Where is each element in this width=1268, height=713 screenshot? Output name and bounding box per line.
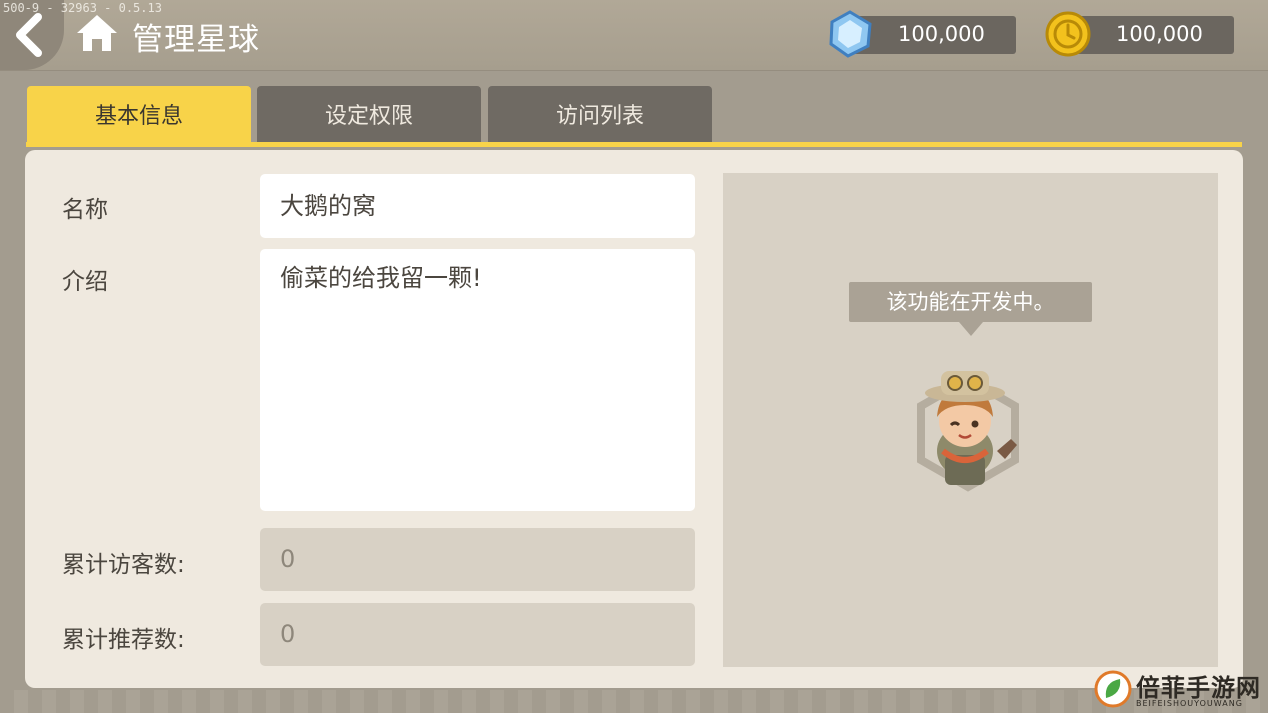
tab-basic-info[interactable]: 基本信息 bbox=[27, 86, 251, 142]
coin-icon bbox=[1045, 11, 1091, 57]
intro-field[interactable]: 偷菜的给我留一颗! bbox=[260, 249, 695, 511]
visits-label: 累计访客数: bbox=[62, 552, 185, 578]
recs-value: 0 bbox=[260, 603, 695, 666]
top-bar: 500-9 - 32963 - 0.5.13 管理星球 100,000 100,… bbox=[0, 0, 1268, 71]
home-icon[interactable] bbox=[74, 12, 120, 54]
name-label: 名称 bbox=[62, 197, 108, 223]
watermark-sub: BEIFEISHOUYOUWANG bbox=[1136, 699, 1243, 708]
visits-value: 0 bbox=[260, 528, 695, 591]
mascot-character-icon bbox=[917, 371, 1019, 492]
planet-preview: 该功能在开发中。 bbox=[723, 173, 1218, 667]
tab-permissions[interactable]: 设定权限 bbox=[257, 86, 481, 142]
coin-counter: 100,000 bbox=[1045, 11, 1234, 57]
back-arrow-icon bbox=[16, 13, 42, 57]
gem-amount: 100,000 bbox=[898, 22, 985, 46]
watermark: 倍菲手游网 BEIFEISHOUYOUWANG bbox=[1094, 668, 1264, 710]
tab-underline bbox=[26, 142, 1242, 147]
intro-label: 介绍 bbox=[62, 269, 108, 295]
watermark-name: 倍菲手游网 bbox=[1136, 673, 1261, 702]
footer-strip bbox=[0, 690, 1268, 713]
dev-notice-bubble: 该功能在开发中。 bbox=[849, 282, 1092, 336]
coin-amount: 100,000 bbox=[1116, 22, 1203, 46]
tab-visit-list[interactable]: 访问列表 bbox=[488, 86, 712, 142]
gem-counter: 100,000 bbox=[829, 10, 1016, 58]
gem-icon bbox=[829, 10, 872, 58]
leaf-logo-icon bbox=[1094, 670, 1132, 708]
name-field[interactable]: 大鹅的窝 bbox=[260, 174, 695, 238]
recs-label: 累计推荐数: bbox=[62, 627, 185, 653]
page-title: 管理星球 bbox=[132, 22, 260, 58]
